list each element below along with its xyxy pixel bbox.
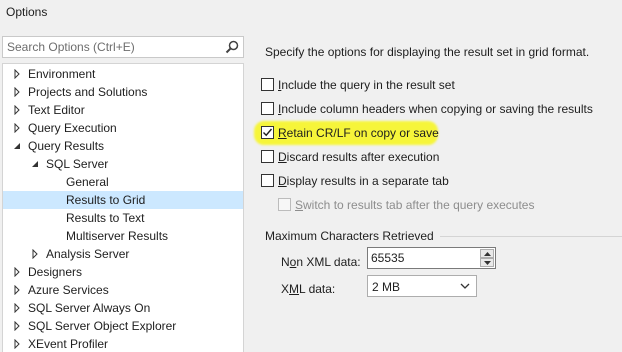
tree-item-multiserver-results[interactable]: Multiserver Results <box>3 227 243 245</box>
tree-item-query-execution[interactable]: Query Execution <box>3 119 243 137</box>
expand-arrow-icon[interactable] <box>12 69 22 79</box>
tree-item-sql-server-always-on[interactable]: SQL Server Always On <box>3 299 243 317</box>
discard-results-checkbox[interactable] <box>261 150 274 163</box>
collapse-arrow-icon[interactable] <box>12 141 22 151</box>
caret-up-icon <box>484 252 491 256</box>
search-box[interactable] <box>2 36 244 58</box>
expand-arrow-icon[interactable] <box>12 285 22 295</box>
option-label: Include column headers when copying or s… <box>278 102 593 116</box>
include-query-checkbox[interactable] <box>261 78 274 91</box>
non-xml-data-label: Non XML data: <box>281 255 361 269</box>
increment-button[interactable] <box>480 249 494 258</box>
search-icon[interactable] <box>224 39 240 55</box>
expand-arrow-icon[interactable] <box>12 87 22 97</box>
option-label: Include the query in the result set <box>278 78 455 92</box>
separate-tab-checkbox[interactable] <box>261 174 274 187</box>
chevron-down-icon <box>460 283 470 289</box>
tree-item-text-editor[interactable]: Text Editor <box>3 101 243 119</box>
option-label: Display results in a separate tab <box>278 174 449 188</box>
results-to-grid-settings: Specify the options for displaying the r… <box>248 36 622 352</box>
window-title: Options <box>6 5 48 19</box>
group-divider <box>440 236 622 237</box>
options-tree[interactable]: Environment Projects and Solutions Text … <box>2 63 244 352</box>
decrement-button[interactable] <box>480 258 494 267</box>
xml-data-label: XML data: <box>281 282 336 296</box>
checkmark-icon <box>263 128 273 137</box>
tree-item-label: SQL Server Object Explorer <box>28 319 177 333</box>
collapse-arrow-icon[interactable] <box>30 159 40 169</box>
tree-item-label: XEvent Profiler <box>28 337 109 351</box>
stepper-buttons <box>480 249 494 267</box>
max-chars-group-title: Maximum Characters Retrieved <box>265 229 434 243</box>
expand-arrow-icon[interactable] <box>12 105 22 115</box>
options-navigation: Environment Projects and Solutions Text … <box>2 36 244 352</box>
include-column-headers-checkbox[interactable] <box>261 102 274 115</box>
tree-item-label: Designers <box>28 265 83 279</box>
tree-item-label: Azure Services <box>28 283 109 297</box>
tree-item-projects-and-solutions[interactable]: Projects and Solutions <box>3 83 243 101</box>
page-description: Specify the options for displaying the r… <box>265 45 590 59</box>
option-label: Discard results after execution <box>278 150 440 164</box>
expand-arrow-icon[interactable] <box>12 303 22 313</box>
tree-item-label: SQL Server Always On <box>28 301 151 315</box>
option-label: Retain CR/LF on copy or save <box>278 126 439 140</box>
expand-arrow-icon[interactable] <box>12 267 22 277</box>
tree-item-designers[interactable]: Designers <box>3 263 243 281</box>
expand-arrow-icon[interactable] <box>12 321 22 331</box>
tree-item-results-to-grid[interactable]: Results to Grid <box>3 191 243 209</box>
option-label: Switch to results tab after the query ex… <box>295 198 535 212</box>
expand-arrow-icon[interactable] <box>12 339 22 349</box>
xml-data-select[interactable]: 2 MB <box>367 275 477 297</box>
tree-item-label: SQL Server <box>46 157 109 171</box>
tree-item-query-results[interactable]: Query Results <box>3 137 243 155</box>
switch-to-results-tab-checkbox <box>278 198 291 211</box>
tree-item-sql-server[interactable]: SQL Server <box>3 155 243 173</box>
tree-item-label: General <box>66 175 109 189</box>
tree-item-analysis-server[interactable]: Analysis Server <box>3 245 243 263</box>
tree-item-sql-server-object-explorer[interactable]: SQL Server Object Explorer <box>3 317 243 335</box>
tree-item-label: Analysis Server <box>46 247 130 261</box>
tree-item-label: Environment <box>28 67 96 81</box>
tree-item-label: Text Editor <box>28 103 85 117</box>
search-input[interactable] <box>7 39 215 55</box>
tree-item-label: Results to Grid <box>66 193 146 207</box>
tree-item-azure-services[interactable]: Azure Services <box>3 281 243 299</box>
expand-arrow-icon[interactable] <box>12 123 22 133</box>
non-xml-data-input[interactable] <box>371 251 476 265</box>
expand-arrow-icon[interactable] <box>30 249 40 259</box>
non-xml-data-stepper[interactable] <box>367 247 496 269</box>
tree-item-label: Projects and Solutions <box>28 85 148 99</box>
tree-item-label: Results to Text <box>66 211 145 225</box>
xml-data-value: 2 MB <box>372 280 401 294</box>
tree-item-label: Multiserver Results <box>66 229 169 243</box>
tree-item-label: Query Results <box>28 139 105 153</box>
tree-item-environment[interactable]: Environment <box>3 65 243 83</box>
caret-down-icon <box>484 261 491 265</box>
retain-crlf-checkbox[interactable] <box>261 126 274 139</box>
tree-item-results-to-text[interactable]: Results to Text <box>3 209 243 227</box>
tree-item-xevent-profiler[interactable]: XEvent Profiler <box>3 335 243 352</box>
tree-item-label: Query Execution <box>28 121 117 135</box>
tree-item-general[interactable]: General <box>3 173 243 191</box>
